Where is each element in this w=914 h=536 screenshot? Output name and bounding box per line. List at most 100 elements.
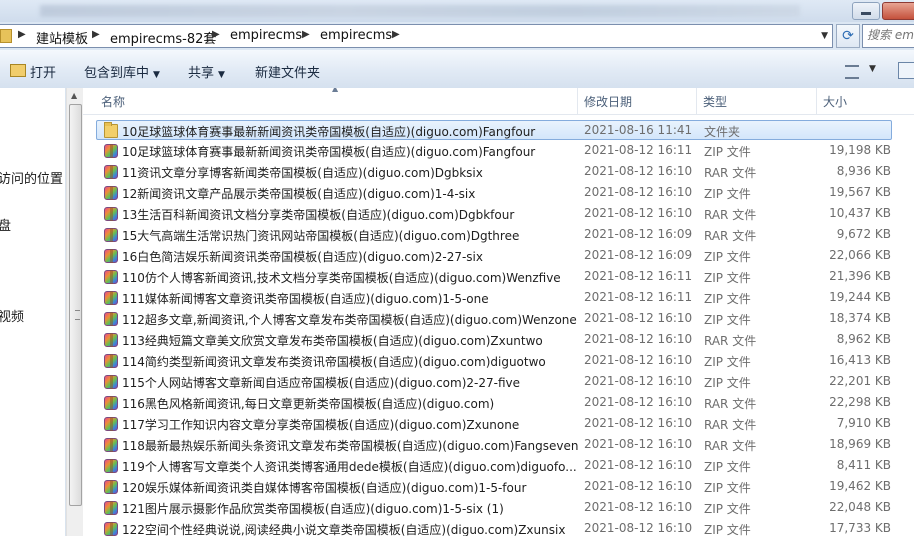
file-name: 10足球篮球体育赛事最新新闻资讯类帝国模板(自适应)(diguo.com)Fan…	[122, 125, 536, 139]
column-name[interactable]: 名称	[101, 93, 125, 110]
file-size: 8,411 KB	[836, 458, 891, 472]
file-row[interactable]: 110仿个人博客新闻资讯,技术文档分享类帝国模板(自适应)(diguo.com)…	[97, 267, 893, 287]
file-row[interactable]: 117学习工作知识内容文章分享类帝国模板(自适应)(diguo.com)Zxun…	[97, 414, 893, 434]
chevron-right-icon[interactable]: ▶	[302, 29, 310, 40]
file-size: 8,962 KB	[836, 332, 891, 346]
archive-icon	[104, 312, 118, 326]
file-row[interactable]: 12新闻资讯文章产品展示类帝国模板(自适应)(diguo.com)1-4-six…	[97, 183, 893, 203]
share-label: 共享	[188, 66, 215, 81]
file-size: 19,462 KB	[829, 479, 891, 493]
nav-item-videos[interactable]: 视频	[0, 306, 24, 325]
file-size: 18,969 KB	[829, 437, 891, 451]
chevron-right-icon[interactable]: ▶	[92, 29, 100, 40]
file-date: 2021-08-12 16:09	[584, 227, 693, 241]
file-size: 19,244 KB	[829, 290, 891, 304]
file-date: 2021-08-12 16:11	[584, 143, 693, 157]
include-in-library-button[interactable]: 包含到库中 ▼	[84, 62, 160, 81]
column-date[interactable]: 修改日期	[584, 93, 632, 110]
file-row[interactable]: 16白色简洁娱乐新闻资讯类帝国模板(自适应)(diguo.com)2-27-si…	[97, 246, 893, 266]
file-size: 19,567 KB	[829, 185, 891, 199]
chevron-right-icon[interactable]: ▶	[392, 29, 400, 40]
nav-item-recent-places[interactable]: 访问的位置	[0, 168, 63, 187]
breadcrumb-item[interactable]: empirecms	[320, 28, 392, 43]
chevron-down-icon[interactable]: ▼	[869, 64, 876, 74]
column-divider[interactable]	[816, 88, 817, 114]
file-date: 2021-08-12 16:10	[584, 521, 693, 535]
close-button[interactable]	[882, 2, 914, 20]
search-input[interactable]	[863, 25, 914, 45]
file-type: RAR 文件	[704, 229, 757, 243]
search-box[interactable]	[862, 24, 914, 48]
file-row[interactable]: 116黑色风格新闻资讯,每日文章更新类帝国模板(自适应)(diguo.com) 2…	[97, 393, 893, 413]
file-name: 116黑色风格新闻资讯,每日文章更新类帝国模板(自适应)(diguo.com)	[122, 397, 495, 411]
archive-icon	[104, 291, 118, 305]
file-type: ZIP 文件	[704, 250, 751, 264]
open-button[interactable]: 打开	[30, 62, 56, 81]
preview-pane-icon[interactable]	[898, 62, 914, 79]
nav-item-disk[interactable]: 盘	[0, 215, 11, 234]
file-type: ZIP 文件	[704, 187, 751, 201]
command-bar: 打开 包含到库中 ▼ 共享 ▼ 新建文件夹 ▼	[0, 50, 914, 89]
file-date: 2021-08-12 16:10	[584, 500, 693, 514]
file-row[interactable]: 13生活百科新闻资讯文档分享类帝国模板(自适应)(diguo.com)Dgbkf…	[97, 204, 893, 224]
file-row[interactable]: 113经典短篇文章美文欣赏文章发布类帝国模板(自适应)(diguo.com)Zx…	[97, 330, 893, 350]
file-row[interactable]: 121图片展示摄影作品欣赏类帝国模板(自适应)(diguo.com)1-5-si…	[97, 498, 893, 518]
file-name: 111媒体新闻博客文章资讯类帝国模板(自适应)(diguo.com)1-5-on…	[122, 292, 489, 306]
file-date: 2021-08-12 16:11	[584, 269, 693, 283]
scrollbar-thumb[interactable]	[69, 104, 82, 506]
breadcrumb-item[interactable]: empirecms-82套	[110, 28, 216, 47]
file-row[interactable]: 114简约类型新闻资讯文章发布类资讯帝国模板(自适应)(diguo.com)di…	[97, 351, 893, 371]
column-divider[interactable]	[577, 88, 578, 114]
file-name: 15大气高端生活常识热门资讯网站帝国模板(自适应)(diguo.com)Dgth…	[122, 229, 520, 243]
archive-icon	[104, 501, 118, 515]
file-name: 120娱乐媒体新闻资讯类自媒体博客帝国模板(自适应)(diguo.com)1-5…	[122, 481, 527, 495]
file-row[interactable]: 10足球篮球体育赛事最新新闻资讯类帝国模板(自适应)(diguo.com)Fan…	[97, 141, 893, 161]
file-row[interactable]: 118最新最热娱乐新闻头条资讯文章发布类帝国模板(自适应)(diguo.com)…	[97, 435, 893, 455]
scroll-up-icon[interactable]: ▲	[71, 91, 77, 100]
file-date: 2021-08-16 11:41	[584, 123, 693, 137]
nav-scrollbar[interactable]: ▲	[66, 88, 83, 536]
breadcrumb-item[interactable]: 建站模板	[36, 28, 88, 47]
file-type: ZIP 文件	[704, 502, 751, 516]
file-row[interactable]: 119个人博客写文章类个人资讯类博客通用dede模板(自适应)(diguo.co…	[97, 456, 893, 476]
file-row[interactable]: 122空间个性经典说说,阅读经典小说文章类帝国模板(自适应)(diguo.com…	[97, 519, 893, 536]
archive-icon	[104, 144, 118, 158]
chevron-right-icon[interactable]: ▶	[18, 29, 26, 40]
refresh-button[interactable]: ⟳	[836, 24, 860, 48]
column-size[interactable]: 大小	[823, 93, 847, 110]
share-button[interactable]: 共享 ▼	[188, 62, 225, 81]
file-row[interactable]: 115个人网站博客文章新闻自适应帝国模板(自适应)(diguo.com)2-27…	[97, 372, 893, 392]
column-divider[interactable]	[696, 88, 697, 114]
breadcrumb-item[interactable]: empirecms	[230, 28, 302, 43]
minimize-button[interactable]	[852, 2, 880, 20]
folder-icon	[104, 122, 118, 138]
file-row[interactable]: 111媒体新闻博客文章资讯类帝国模板(自适应)(diguo.com)1-5-on…	[97, 288, 893, 308]
include-in-library-label: 包含到库中	[84, 66, 150, 81]
folder-row[interactable]: 10足球篮球体育赛事最新新闻资讯类帝国模板(自适应)(diguo.com)Fan…	[96, 120, 892, 140]
archive-icon	[104, 459, 118, 473]
archive-icon	[104, 522, 118, 536]
archive-icon	[104, 228, 118, 242]
file-name: 118最新最热娱乐新闻头条资讯文章发布类帝国模板(自适应)(diguo.com)…	[122, 439, 579, 453]
file-date: 2021-08-12 16:10	[584, 311, 693, 325]
file-type: ZIP 文件	[704, 292, 751, 306]
address-bar[interactable]: ▶ 建站模板 ▶ empirecms-82套 ▶ empirecms ▶ emp…	[0, 24, 833, 48]
chevron-down-icon: ▼	[218, 70, 225, 80]
file-date: 2021-08-12 16:10	[584, 374, 693, 388]
file-row[interactable]: 11资讯文章分享博客新闻类帝国模板(自适应)(diguo.com)Dgbksix…	[97, 162, 893, 182]
open-folder-icon	[10, 64, 26, 77]
file-date: 2021-08-12 16:10	[584, 437, 693, 451]
file-row[interactable]: 112超多文章,新闻资讯,个人博客文章发布类帝国模板(自适应)(diguo.co…	[97, 309, 893, 329]
address-dropdown-icon[interactable]: ▼	[821, 31, 828, 41]
new-folder-button[interactable]: 新建文件夹	[255, 62, 320, 81]
folder-icon	[0, 29, 12, 43]
archive-icon	[104, 354, 118, 368]
file-date: 2021-08-12 16:10	[584, 206, 693, 220]
chevron-right-icon[interactable]: ▶	[212, 29, 220, 40]
file-date: 2021-08-12 16:10	[584, 185, 693, 199]
view-options-icon[interactable]	[845, 65, 859, 79]
file-row[interactable]: 15大气高端生活常识热门资讯网站帝国模板(自适应)(diguo.com)Dgth…	[97, 225, 893, 245]
column-type[interactable]: 类型	[703, 93, 727, 110]
sort-ascending-icon: ▲	[332, 88, 339, 93]
file-row[interactable]: 120娱乐媒体新闻资讯类自媒体博客帝国模板(自适应)(diguo.com)1-5…	[97, 477, 893, 497]
